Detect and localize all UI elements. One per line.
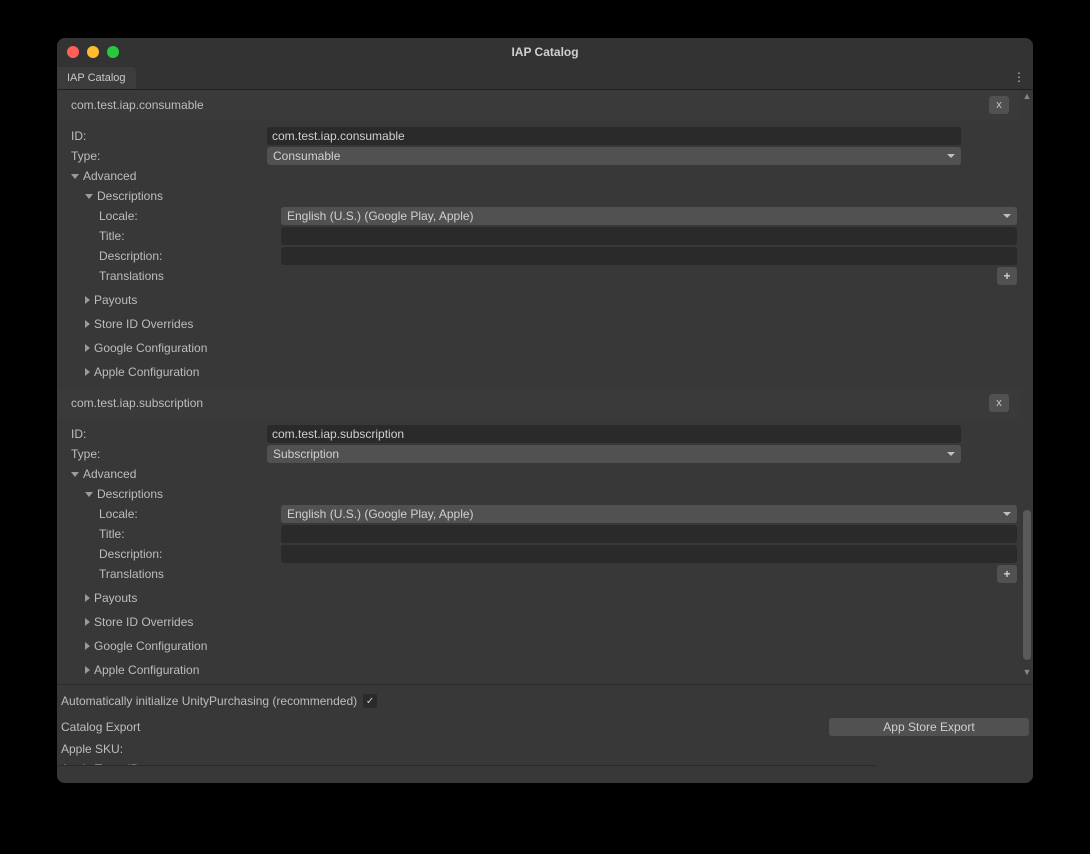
chevron-right-icon: [85, 594, 90, 602]
scroll-up-icon[interactable]: ▲: [1021, 90, 1033, 102]
translations-label: Translations: [99, 269, 164, 283]
title-input[interactable]: [281, 525, 1017, 543]
product-header-label: com.test.iap.consumable: [71, 98, 204, 112]
id-input[interactable]: [267, 425, 961, 443]
id-label: ID:: [71, 427, 267, 441]
descriptions-label: Descriptions: [97, 189, 163, 203]
maximize-icon[interactable]: [107, 46, 119, 58]
chevron-down-icon: [71, 174, 79, 179]
translations-label: Translations: [99, 567, 164, 581]
add-translation-button[interactable]: +: [997, 267, 1017, 285]
locale-select[interactable]: English (U.S.) (Google Play, Apple): [281, 207, 1017, 225]
title-label: Title:: [99, 527, 281, 541]
title-label: Title:: [99, 229, 281, 243]
chevron-down-icon: [71, 472, 79, 477]
chevron-down-icon: [85, 194, 93, 199]
add-translation-button[interactable]: +: [997, 565, 1017, 583]
chevron-right-icon: [85, 296, 90, 304]
chevron-right-icon: [85, 320, 90, 328]
window-controls: [67, 46, 119, 58]
store-id-overrides-foldout[interactable]: Store ID Overrides: [57, 314, 1021, 334]
type-label: Type:: [71, 447, 267, 461]
catalog-export-label: Catalog Export: [61, 720, 140, 734]
titlebar: IAP Catalog: [57, 38, 1033, 66]
apple-sku-label: Apple SKU:: [61, 742, 209, 756]
payouts-foldout[interactable]: Payouts: [57, 588, 1021, 608]
chevron-right-icon: [85, 368, 90, 376]
auto-init-checkbox[interactable]: ✓: [363, 694, 377, 708]
id-label: ID:: [71, 129, 267, 143]
remove-product-button[interactable]: x: [989, 96, 1009, 114]
title-input[interactable]: [281, 227, 1017, 245]
locale-select[interactable]: English (U.S.) (Google Play, Apple): [281, 505, 1017, 523]
tab-menu-icon[interactable]: ⋮: [1011, 69, 1027, 85]
google-config-label: Google Configuration: [94, 341, 207, 355]
scroll-content: com.test.iap.consumable x ID: Type: Cons…: [57, 90, 1021, 783]
locale-label: Locale:: [99, 209, 281, 223]
payouts-foldout[interactable]: Payouts: [57, 290, 1021, 310]
description-input[interactable]: [281, 247, 1017, 265]
chevron-right-icon: [85, 666, 90, 674]
descriptions-foldout[interactable]: Descriptions: [57, 484, 1021, 504]
chevron-right-icon: [85, 618, 90, 626]
apple-team-id-input[interactable]: [57, 765, 877, 783]
google-config-label: Google Configuration: [94, 639, 207, 653]
advanced-foldout[interactable]: Advanced: [57, 166, 1021, 186]
advanced-label: Advanced: [83, 169, 136, 183]
id-input[interactable]: [267, 127, 961, 145]
minimize-icon[interactable]: [87, 46, 99, 58]
auto-init-label: Automatically initialize UnityPurchasing…: [61, 694, 357, 708]
locale-label: Locale:: [99, 507, 281, 521]
apple-config-label: Apple Configuration: [94, 663, 199, 677]
product-header: com.test.iap.consumable x: [57, 90, 1021, 120]
type-select[interactable]: Subscription: [267, 445, 961, 463]
scroll-thumb[interactable]: [1023, 510, 1031, 660]
product-subscription: com.test.iap.subscription x ID: Type: Su…: [57, 388, 1021, 680]
apple-config-label: Apple Configuration: [94, 365, 199, 379]
payouts-label: Payouts: [94, 293, 137, 307]
footer-panel: Automatically initialize UnityPurchasing…: [57, 684, 1033, 783]
window-title: IAP Catalog: [511, 45, 578, 59]
store-id-overrides-label: Store ID Overrides: [94, 317, 193, 331]
store-id-overrides-foldout[interactable]: Store ID Overrides: [57, 612, 1021, 632]
tab-bar: IAP Catalog ⋮: [57, 66, 1033, 90]
chevron-right-icon: [85, 344, 90, 352]
advanced-label: Advanced: [83, 467, 136, 481]
store-id-overrides-label: Store ID Overrides: [94, 615, 193, 629]
iap-catalog-window: IAP Catalog IAP Catalog ⋮ com.test.iap.c…: [57, 38, 1033, 783]
apple-config-foldout[interactable]: Apple Configuration: [57, 660, 1021, 680]
product-header: com.test.iap.subscription x: [57, 388, 1021, 418]
description-input[interactable]: [281, 545, 1017, 563]
google-config-foldout[interactable]: Google Configuration: [57, 636, 1021, 656]
advanced-foldout[interactable]: Advanced: [57, 464, 1021, 484]
apple-config-foldout[interactable]: Apple Configuration: [57, 362, 1021, 382]
chevron-down-icon: [85, 492, 93, 497]
payouts-label: Payouts: [94, 591, 137, 605]
content-area: com.test.iap.consumable x ID: Type: Cons…: [57, 90, 1033, 783]
google-config-foldout[interactable]: Google Configuration: [57, 338, 1021, 358]
descriptions-label: Descriptions: [97, 487, 163, 501]
close-icon[interactable]: [67, 46, 79, 58]
tab-iap-catalog[interactable]: IAP Catalog: [57, 67, 136, 89]
descriptions-foldout[interactable]: Descriptions: [57, 186, 1021, 206]
product-header-label: com.test.iap.subscription: [71, 396, 203, 410]
description-label: Description:: [99, 547, 281, 561]
chevron-right-icon: [85, 642, 90, 650]
remove-product-button[interactable]: x: [989, 394, 1009, 412]
type-label: Type:: [71, 149, 267, 163]
app-store-export-button[interactable]: App Store Export: [829, 718, 1029, 736]
vertical-scrollbar[interactable]: ▲ ▼: [1021, 90, 1033, 783]
type-select[interactable]: Consumable: [267, 147, 961, 165]
description-label: Description:: [99, 249, 281, 263]
scroll-down-icon[interactable]: ▼: [1021, 666, 1033, 678]
product-consumable: com.test.iap.consumable x ID: Type: Cons…: [57, 90, 1021, 388]
